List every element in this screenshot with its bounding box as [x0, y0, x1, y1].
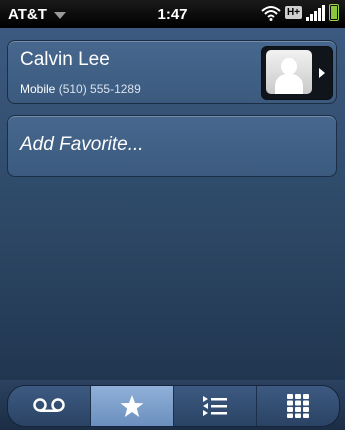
favorites-list: Calvin Lee Mobile (510) 555-1289 Add Fav… — [0, 28, 345, 380]
phone-number: (510) 555-1289 — [58, 82, 141, 96]
favorite-contact-item[interactable]: Calvin Lee Mobile (510) 555-1289 — [7, 40, 337, 104]
contact-phone: Mobile (510) 555-1289 — [20, 82, 141, 96]
tab-voicemail[interactable] — [8, 386, 91, 426]
add-favorite-label: Add Favorite... — [20, 134, 144, 155]
battery-icon — [329, 4, 339, 21]
signal-icon — [306, 4, 325, 21]
voicemail-icon — [33, 398, 65, 412]
dialpad-icon — [287, 394, 309, 418]
tab-favorites[interactable] — [91, 386, 174, 426]
contact-name: Calvin Lee — [20, 49, 110, 70]
phone-type: Mobile — [20, 82, 56, 96]
add-favorite-button[interactable]: Add Favorite... — [7, 115, 337, 177]
bottom-toolbar — [0, 380, 345, 430]
network-badge: H+ — [284, 6, 302, 19]
view-tabs — [7, 385, 340, 427]
avatar-placeholder-icon — [266, 50, 312, 94]
wifi-icon — [261, 5, 281, 21]
contact-details-button[interactable] — [261, 46, 333, 100]
tab-call-log[interactable] — [174, 386, 257, 426]
status-icons: H+ — [261, 4, 339, 21]
chevron-right-icon — [319, 68, 325, 78]
tab-dialpad[interactable] — [257, 386, 339, 426]
call-log-icon — [203, 396, 227, 416]
status-bar: AT&T 1:47 H+ — [0, 0, 345, 28]
star-icon — [120, 395, 144, 417]
